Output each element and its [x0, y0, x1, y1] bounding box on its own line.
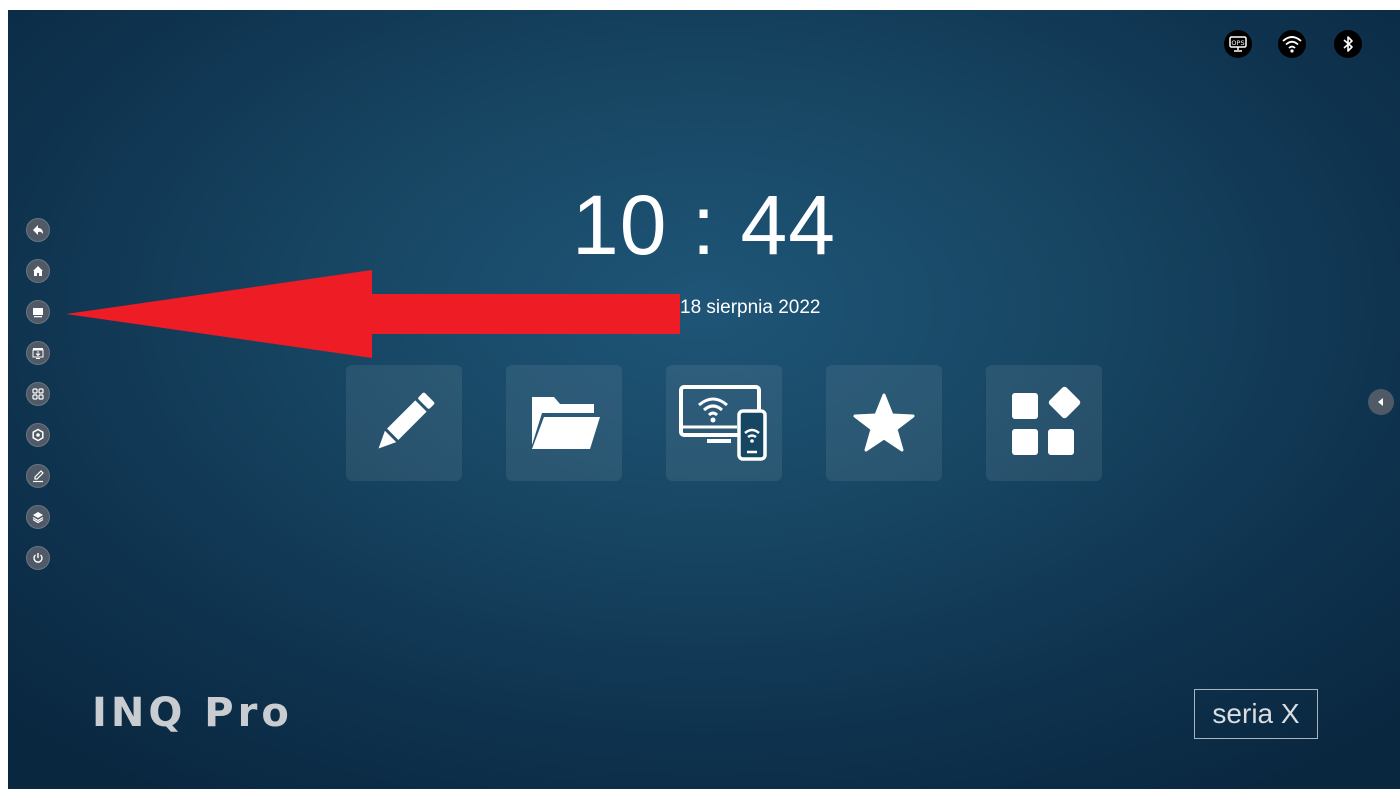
- brand-logo: INQ Pro: [92, 690, 293, 736]
- home-screen: OPS 10: 44 18 sierpnia 2022 INQ Pro ser…: [8, 10, 1400, 789]
- pencil-icon: [378, 392, 435, 449]
- layers-icon[interactable]: [26, 505, 50, 529]
- applications-tile[interactable]: [986, 365, 1102, 481]
- sidebar: [26, 218, 62, 587]
- settings-icon[interactable]: [26, 423, 50, 447]
- whiteboard-tile[interactable]: [346, 365, 462, 481]
- monitor-icon[interactable]: [26, 300, 50, 324]
- annotation-arrow: [66, 270, 680, 358]
- screen-mirroring-tile[interactable]: [666, 365, 782, 481]
- clock-time: 10 : 44: [572, 178, 836, 272]
- chevron-left-icon: [1378, 398, 1383, 406]
- star-icon: [853, 393, 915, 452]
- ops-icon[interactable]: OPS: [1224, 30, 1252, 58]
- ops-label: OPS: [1231, 39, 1244, 47]
- power-icon[interactable]: [26, 546, 50, 570]
- apps-icon: [1012, 386, 1081, 455]
- pen-icon[interactable]: [26, 464, 50, 488]
- files-tile[interactable]: [506, 365, 622, 481]
- screen-download-icon[interactable]: [26, 341, 50, 365]
- apps-grid-icon[interactable]: [26, 382, 50, 406]
- right-panel-toggle[interactable]: [1368, 389, 1394, 415]
- bluetooth-icon[interactable]: [1334, 30, 1362, 58]
- series-badge: seria X: [1194, 689, 1318, 739]
- folder-icon: [532, 397, 600, 449]
- wifi-icon[interactable]: [1278, 30, 1306, 58]
- favorites-tile[interactable]: [826, 365, 942, 481]
- date-text: 18 sierpnia 2022: [680, 297, 821, 318]
- wireless-display-icon: [679, 385, 767, 461]
